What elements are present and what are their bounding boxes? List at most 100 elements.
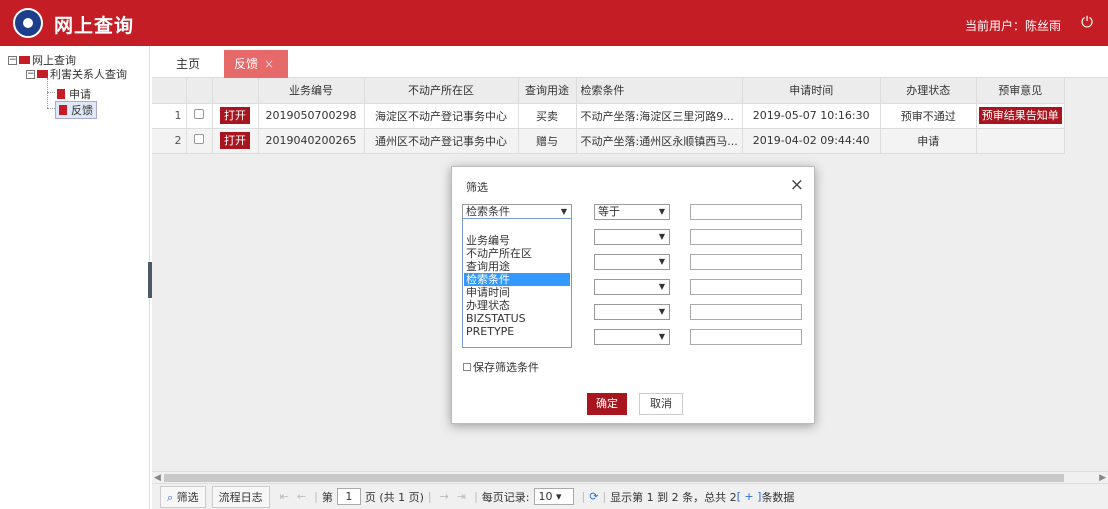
tab-home-label: 主页 bbox=[176, 57, 201, 71]
app-header: 网上查询 当前用户：陈丝雨 ⏻ bbox=[0, 0, 1108, 46]
filter-operator-select[interactable]: ▼ bbox=[594, 254, 670, 270]
filter-value-input[interactable] bbox=[690, 279, 802, 295]
tab-bar: 主页 反馈 × bbox=[152, 46, 1108, 78]
field-option[interactable]: 办理状态 bbox=[464, 299, 570, 312]
refresh-icon[interactable]: ⟳ bbox=[589, 490, 598, 503]
filter-operator-select[interactable]: ▼ bbox=[594, 304, 670, 320]
open-button[interactable]: 打开 bbox=[220, 107, 250, 124]
filter-operator-select[interactable]: ▼ bbox=[594, 279, 670, 295]
per-page-select[interactable]: 10 ▾ bbox=[533, 488, 574, 505]
power-icon[interactable]: ⏻ bbox=[1078, 13, 1096, 31]
filter-value-input[interactable] bbox=[690, 229, 802, 245]
tree-item-apply[interactable]: 申请 bbox=[57, 86, 91, 102]
collapse-icon[interactable]: − bbox=[8, 55, 17, 65]
pagination-bar: ⌕ 筛选 流程日志 ⇤ ← | 第 1 页 (共 1 页) | → ⇥ | 每页… bbox=[152, 483, 1108, 509]
last-page-icon[interactable]: ⇥ bbox=[457, 490, 466, 503]
prev-page-icon[interactable]: ← bbox=[297, 490, 306, 503]
row-number: 1 bbox=[152, 103, 187, 129]
cell-district: 通州区不动产登记事务中心 bbox=[364, 128, 519, 154]
cell-pre-opinion: 预审结果告知单 bbox=[976, 103, 1065, 129]
confirm-button[interactable]: 确定 bbox=[587, 393, 627, 415]
process-log-button[interactable]: 流程日志 bbox=[211, 485, 270, 508]
table-header-row: 业务编号 不动产所在区 查询用途 检索条件 申请时间 办理状态 预审意见 bbox=[152, 78, 1065, 104]
row-checkbox[interactable] bbox=[194, 109, 204, 119]
cell-purpose: 买卖 bbox=[518, 103, 577, 129]
per-page-value: 10 bbox=[538, 490, 553, 503]
cell-apply-time: 2019-04-02 09:44:40 bbox=[742, 128, 881, 154]
col-header-action bbox=[212, 78, 259, 104]
table-row[interactable]: 1 打开 2019050700298 海淀区不动产登记事务中心 买卖 不动产坐落… bbox=[152, 103, 1065, 129]
field-option-highlighted[interactable]: 检索条件 bbox=[464, 273, 570, 286]
col-header-biz-no[interactable]: 业务编号 bbox=[258, 78, 365, 104]
checkbox[interactable] bbox=[463, 363, 471, 371]
col-header-status[interactable]: 办理状态 bbox=[880, 78, 977, 104]
records-info-text: 显示第 1 到 2 条，总共 2 bbox=[610, 490, 737, 504]
col-header-purpose[interactable]: 查询用途 bbox=[518, 78, 577, 104]
field-option[interactable]: 业务编号 bbox=[464, 234, 570, 247]
filter-button[interactable]: ⌕ 筛选 bbox=[160, 485, 206, 508]
horizontal-scrollbar[interactable]: ◀ ▶ bbox=[152, 471, 1108, 483]
tree-node-group[interactable]: − 利害关系人查询 bbox=[26, 66, 127, 82]
cell-purpose: 赠与 bbox=[518, 128, 577, 154]
filter-button-label: 筛选 bbox=[176, 490, 199, 504]
cell-status: 预审不通过 bbox=[880, 103, 977, 129]
next-page-icon[interactable]: → bbox=[440, 490, 449, 503]
save-filter-checkbox[interactable]: 保存筛选条件 bbox=[463, 359, 539, 375]
current-user-label: 当前用户：陈丝雨 bbox=[964, 19, 1061, 33]
filter-value-input[interactable] bbox=[690, 204, 802, 220]
cancel-button[interactable]: 取消 bbox=[639, 393, 683, 415]
row-checkbox-cell bbox=[186, 128, 213, 154]
table-row[interactable]: 2 打开 2019040200265 通州区不动产登记事务中心 赠与 不动产坐落… bbox=[152, 128, 1065, 154]
cell-condition: 不动产坐落:通州区永顺镇西马... bbox=[576, 128, 743, 154]
folder-icon bbox=[19, 56, 30, 64]
filter-operator-select[interactable]: 等于 ▼ bbox=[594, 204, 670, 220]
page-suffix-label: 页 (共 1 页) bbox=[364, 490, 424, 504]
records-count-link[interactable]: [ + ] bbox=[737, 490, 762, 503]
separator: | bbox=[314, 490, 318, 503]
tab-home[interactable]: 主页 bbox=[166, 50, 210, 78]
row-action-cell: 打开 bbox=[212, 103, 259, 129]
filter-operator-select[interactable]: ▼ bbox=[594, 329, 670, 345]
col-header-district[interactable]: 不动产所在区 bbox=[364, 78, 519, 104]
row-action-cell: 打开 bbox=[212, 128, 259, 154]
scrollbar-thumb[interactable] bbox=[164, 474, 1064, 482]
records-info-suffix: 条数据 bbox=[761, 490, 795, 504]
tab-feedback[interactable]: 反馈 × bbox=[224, 50, 288, 78]
filter-dialog: 筛选 × 检索条件 ▼ 等于 ▼ ▼ ▼ ▼ ▼ ▼ 业务编号 不动产所在区 查询用… bbox=[451, 166, 815, 424]
tab-feedback-label: 反馈 bbox=[234, 57, 259, 71]
collapse-icon[interactable]: − bbox=[26, 69, 35, 79]
folder-icon bbox=[37, 70, 48, 78]
filter-operator-value: 等于 bbox=[598, 205, 620, 218]
col-header-condition[interactable]: 检索条件 bbox=[576, 78, 743, 104]
filter-value-input[interactable] bbox=[690, 329, 802, 345]
row-checkbox-cell bbox=[186, 103, 213, 129]
pre-review-notice-button[interactable]: 预审结果告知单 bbox=[978, 107, 1062, 124]
filter-operator-select[interactable]: ▼ bbox=[594, 229, 670, 245]
filter-value-input[interactable] bbox=[690, 304, 802, 320]
app-logo-icon bbox=[13, 8, 43, 38]
filter-value-input[interactable] bbox=[690, 254, 802, 270]
cell-biz-no: 2019050700298 bbox=[258, 103, 365, 129]
col-header-pre-opinion[interactable]: 预审意见 bbox=[976, 78, 1065, 104]
field-option[interactable]: 申请时间 bbox=[464, 286, 570, 299]
tree-item-apply-label: 申请 bbox=[69, 88, 91, 101]
first-page-icon[interactable]: ⇤ bbox=[280, 490, 289, 503]
tree-connector bbox=[47, 92, 55, 93]
col-header-apply-time[interactable]: 申请时间 bbox=[742, 78, 881, 104]
separator: | bbox=[602, 490, 607, 503]
field-option[interactable]: BIZSTATUS bbox=[464, 312, 570, 325]
page-number-input[interactable]: 1 bbox=[336, 488, 361, 505]
dialog-title: 筛选 bbox=[466, 181, 488, 194]
field-option[interactable]: 查询用途 bbox=[464, 260, 570, 273]
tree-item-feedback[interactable]: 反馈 bbox=[55, 101, 97, 119]
field-option[interactable]: PRETYPE bbox=[464, 325, 570, 338]
close-icon[interactable]: × bbox=[264, 57, 274, 71]
tree-connector bbox=[47, 78, 48, 108]
row-checkbox[interactable] bbox=[194, 134, 204, 144]
field-option[interactable]: 不动产所在区 bbox=[464, 247, 570, 260]
open-button[interactable]: 打开 bbox=[220, 132, 250, 149]
close-icon[interactable]: × bbox=[790, 175, 804, 195]
cell-district: 海淀区不动产登记事务中心 bbox=[364, 103, 519, 129]
separator: | bbox=[581, 490, 586, 503]
field-option[interactable] bbox=[464, 221, 570, 234]
